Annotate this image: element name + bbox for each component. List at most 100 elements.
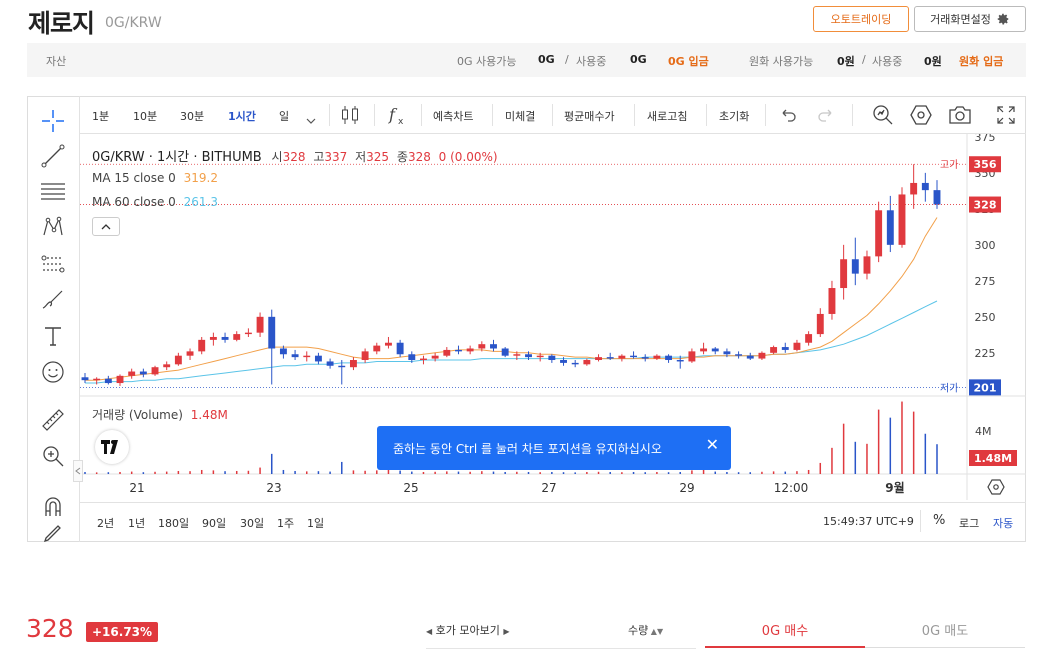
indicators-button[interactable]: fx [387, 104, 409, 130]
redo-button[interactable] [817, 106, 835, 128]
volume-bar [597, 471, 600, 474]
undo-button[interactable] [779, 106, 797, 128]
forecast-chart-button[interactable]: 예측차트 [433, 108, 473, 124]
candle [910, 164, 918, 209]
chart-title: 0G/KRW · 1시간 · BITHUMB [92, 150, 262, 165]
volume-bar [177, 470, 180, 474]
fib-tool[interactable] [38, 176, 68, 206]
magnet-tool[interactable] [38, 491, 68, 521]
page-title: 제로지 [28, 9, 95, 38]
log-toggle[interactable]: 로그 [959, 515, 979, 531]
candle-type-button[interactable] [340, 104, 360, 130]
candle [326, 358, 334, 369]
x-tick-label: 21 [129, 481, 144, 495]
candle [186, 348, 194, 361]
volume-bar [200, 469, 203, 474]
hexagon-settings-icon [910, 105, 932, 125]
interval-dropdown[interactable] [306, 110, 316, 129]
reset-button[interactable]: 초기화 [719, 108, 749, 124]
coin-deposit-link[interactable]: 0G 입금 [668, 53, 709, 69]
screen-settings-label: 거래화면설정 [930, 13, 991, 26]
candle [653, 354, 661, 361]
chevron-up-icon [101, 224, 111, 230]
range-2y[interactable]: 2년 [97, 515, 114, 531]
last-price-badge: 328 [969, 196, 1001, 213]
refresh-button[interactable]: 새로고침 [647, 108, 687, 124]
range-180d[interactable]: 180일 [158, 515, 189, 531]
fullscreen-button[interactable] [997, 106, 1015, 128]
interval-1h[interactable]: 1시간 [228, 108, 256, 124]
candlestick-icon [342, 106, 358, 124]
candle [898, 187, 906, 248]
emoji-tool[interactable] [38, 357, 68, 387]
volume-bar [282, 469, 285, 474]
krw-in-use-label: 사용중 [872, 55, 903, 68]
krw-deposit-link[interactable]: 원화 입금 [959, 53, 1003, 69]
undo-icon [782, 109, 796, 122]
axis-settings-icon[interactable] [987, 479, 1005, 495]
collapse-toolbar-handle[interactable] [73, 460, 83, 482]
interval-1m[interactable]: 1분 [92, 108, 109, 124]
volume-bar [107, 472, 110, 474]
crosshair-tool[interactable] [38, 106, 68, 136]
candle [501, 347, 509, 358]
candle [443, 347, 451, 358]
range-1w[interactable]: 1주 [277, 515, 294, 531]
candle [384, 336, 392, 349]
candle [933, 180, 941, 209]
orderbook-view-toggle[interactable]: ◀ 호가 모아보기 ▶ [426, 622, 510, 638]
coin-available-value: 0G [538, 53, 555, 66]
pencil-tool[interactable] [38, 524, 68, 542]
quantity-label: 수량 [628, 624, 649, 637]
volume-bar [306, 471, 308, 474]
candle [209, 332, 217, 346]
svg-text:201: 201 [974, 381, 997, 394]
candle [466, 345, 474, 355]
low-price-badge: 201 [969, 379, 1001, 396]
range-1d[interactable]: 1일 [307, 515, 324, 531]
percent-toggle[interactable]: % [933, 513, 945, 528]
interval-day[interactable]: 일 [279, 108, 289, 124]
candle [746, 352, 754, 361]
camera-icon [949, 106, 971, 124]
ruler-tool[interactable] [38, 405, 68, 435]
trendline-tool[interactable] [38, 141, 68, 171]
zoom-tool[interactable] [38, 441, 68, 471]
screen-settings-button[interactable]: 거래화면설정 [914, 6, 1026, 32]
buy-tab[interactable]: 0G 매수 [705, 612, 865, 648]
price-tick-label: 225 [975, 347, 996, 360]
interval-30m[interactable]: 30분 [180, 108, 204, 124]
range-1y[interactable]: 1년 [128, 515, 145, 531]
quantity-sort[interactable]: 수량 ▲▼ [628, 622, 663, 638]
tradingview-logo[interactable] [95, 430, 129, 464]
auto-trading-button[interactable]: 오토트레이딩 [813, 6, 909, 32]
volume-bar [527, 471, 530, 474]
volume-bar [154, 471, 156, 474]
avg-buy-price-button[interactable]: 평균매수가 [564, 108, 615, 124]
text-tool[interactable] [38, 321, 68, 351]
auto-toggle[interactable]: 자동 [993, 515, 1013, 531]
projection-tool[interactable] [38, 249, 68, 279]
open-orders-button[interactable]: 미체결 [505, 108, 535, 124]
ma60-value: 261.3 [183, 195, 219, 209]
fullscreen-icon [997, 106, 1015, 124]
volume-bar [492, 471, 495, 474]
candle [256, 312, 264, 337]
range-30d[interactable]: 30일 [240, 515, 264, 531]
candle [595, 354, 602, 362]
compare-button[interactable] [872, 104, 894, 130]
pattern-tool[interactable] [38, 212, 68, 242]
volume-bar [364, 470, 366, 474]
range-90d[interactable]: 90일 [202, 515, 226, 531]
ma15-line [85, 217, 938, 381]
volume-bar [831, 447, 833, 474]
brush-tool[interactable] [38, 285, 68, 315]
screenshot-button[interactable] [948, 104, 972, 130]
volume-bar [329, 471, 331, 474]
interval-10m[interactable]: 10분 [133, 108, 157, 124]
close-icon[interactable]: ✕ [706, 435, 719, 454]
sell-tab[interactable]: 0G 매도 [865, 612, 1025, 648]
chart-settings-button[interactable] [910, 104, 932, 130]
collapse-legend-button[interactable] [92, 217, 120, 236]
volume-bar [434, 471, 436, 474]
